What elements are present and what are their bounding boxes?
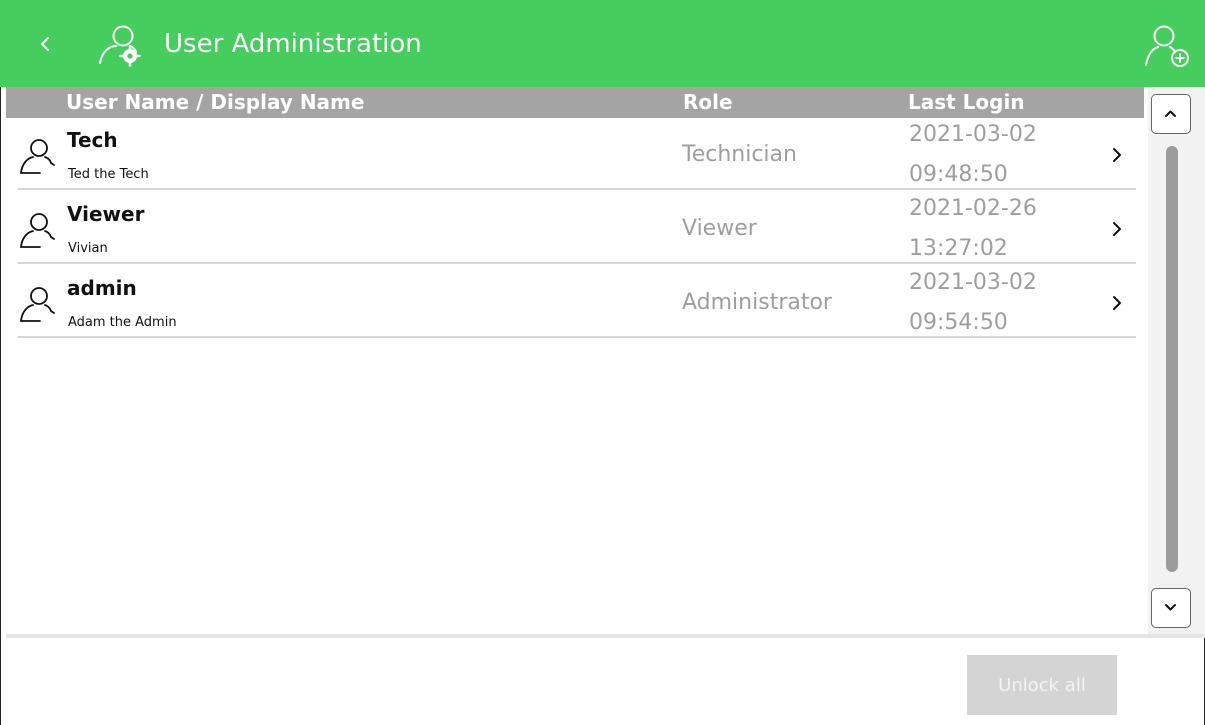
footer-divider bbox=[6, 634, 1205, 638]
add-user-button[interactable] bbox=[1142, 19, 1198, 73]
display-name: Vivian bbox=[68, 241, 108, 256]
user-role: Technician bbox=[682, 142, 797, 167]
user-row-viewer[interactable]: Viewer Vivian Viewer 2021-02-26 13:27:02 bbox=[6, 192, 1144, 264]
last-login-time: 13:27:02 bbox=[909, 236, 1008, 261]
column-header-role: Role bbox=[683, 90, 733, 114]
column-header-last-login: Last Login bbox=[908, 90, 1025, 114]
chevron-right-icon bbox=[1113, 222, 1121, 236]
last-login-date: 2021-02-26 bbox=[909, 196, 1037, 221]
chevron-right-icon bbox=[1113, 148, 1121, 162]
username: Viewer bbox=[67, 202, 145, 226]
back-button[interactable] bbox=[26, 24, 66, 64]
chevron-left-icon bbox=[41, 37, 49, 51]
chevron-down-icon bbox=[1165, 604, 1176, 611]
chevron-right-icon bbox=[1113, 296, 1121, 310]
scroll-up-button[interactable] bbox=[1151, 94, 1191, 134]
display-name: Adam the Admin bbox=[68, 315, 177, 330]
last-login-time: 09:54:50 bbox=[909, 310, 1008, 335]
user-icon bbox=[20, 287, 55, 322]
last-login-date: 2021-03-02 bbox=[909, 270, 1037, 295]
user-row-tech[interactable]: Tech Ted the Tech Technician 2021-03-02 … bbox=[6, 118, 1144, 190]
user-settings-icon bbox=[99, 25, 141, 67]
chevron-up-icon bbox=[1165, 110, 1176, 117]
row-divider bbox=[18, 336, 1136, 338]
user-icon bbox=[20, 139, 55, 174]
scroll-down-button[interactable] bbox=[1151, 588, 1191, 628]
unlock-all-button[interactable]: Unlock all bbox=[967, 655, 1117, 715]
display-name: Ted the Tech bbox=[68, 167, 149, 182]
user-role: Viewer bbox=[682, 216, 757, 241]
user-row-admin[interactable]: admin Adam the Admin Administrator 2021-… bbox=[6, 266, 1144, 338]
row-divider bbox=[18, 262, 1136, 264]
page-title: User Administration bbox=[164, 29, 422, 59]
user-add-icon bbox=[1145, 25, 1189, 67]
user-role: Administrator bbox=[682, 290, 832, 315]
scrollbar-thumb[interactable] bbox=[1166, 146, 1178, 572]
header-bar: User Administration bbox=[0, 0, 1205, 87]
username: admin bbox=[67, 276, 137, 300]
user-icon bbox=[20, 213, 55, 248]
table-header: User Name / Display Name Role Last Login bbox=[6, 87, 1144, 118]
username: Tech bbox=[67, 128, 118, 152]
last-login-time: 09:48:50 bbox=[909, 162, 1008, 187]
row-divider bbox=[18, 188, 1136, 190]
last-login-date: 2021-03-02 bbox=[909, 122, 1037, 147]
column-header-user: User Name / Display Name bbox=[66, 90, 365, 114]
